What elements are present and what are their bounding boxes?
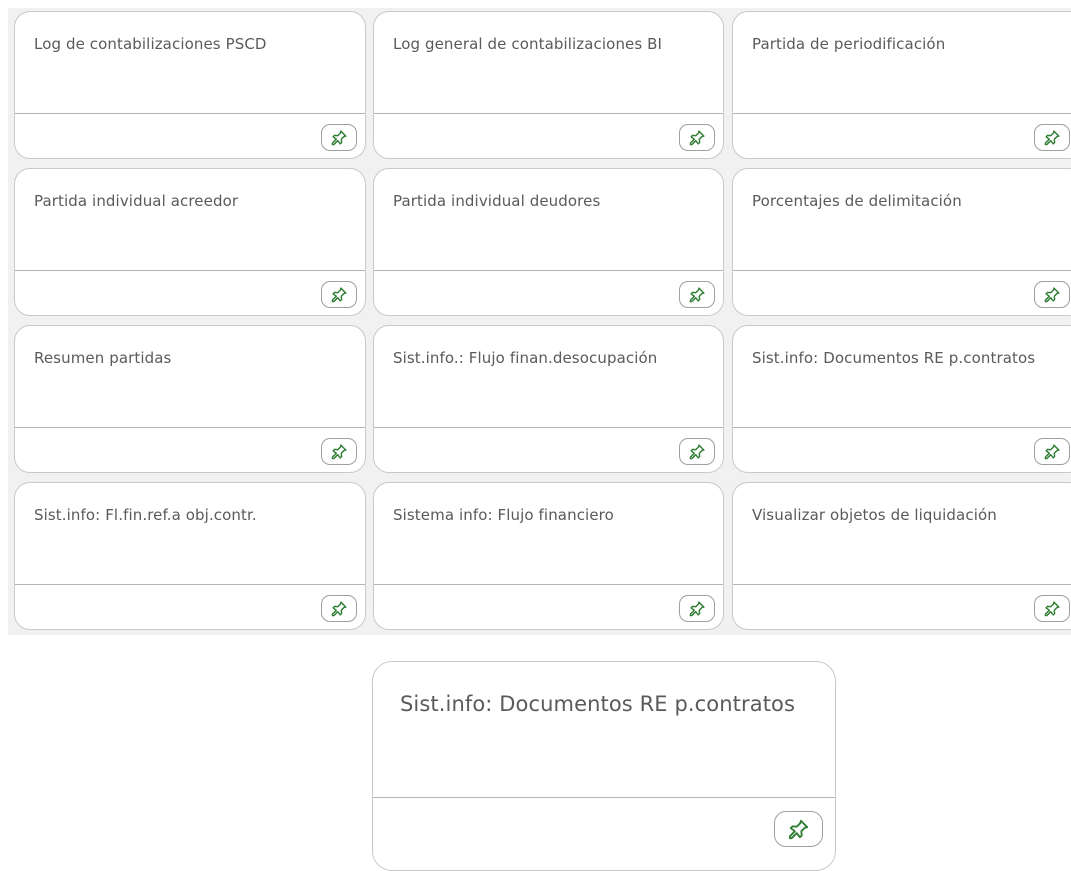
pin-icon: [1044, 601, 1060, 617]
pin-button[interactable]: [1034, 438, 1070, 465]
pin-icon: [689, 130, 705, 146]
pin-icon: [331, 287, 347, 303]
app-tile[interactable]: Sist.info: Fl.fin.ref.a obj.contr.: [14, 482, 366, 630]
pin-button[interactable]: [321, 124, 357, 151]
tile-footer: [733, 113, 1071, 158]
app-tile-enlarged[interactable]: Sist.info: Documentos RE p.contratos: [372, 661, 836, 871]
pin-icon: [689, 601, 705, 617]
app-tile[interactable]: Sistema info: Flujo financiero: [373, 482, 724, 630]
tile-footer: [733, 270, 1071, 315]
app-tile[interactable]: Visualizar objetos de liquidación: [732, 482, 1071, 630]
tile-title: Porcentajes de delimitación: [752, 192, 962, 210]
pin-button[interactable]: [321, 281, 357, 308]
tile-title: Log de contabilizaciones PSCD: [34, 35, 267, 53]
tile-footer: [15, 113, 365, 158]
tile-title: Log general de contabilizaciones BI: [393, 35, 663, 53]
tile-title: Partida individual deudores: [393, 192, 601, 210]
app-tile[interactable]: Sist.info.: Flujo finan.desocupación: [373, 325, 724, 473]
pin-icon: [788, 819, 808, 840]
pin-icon: [1044, 444, 1060, 460]
tile-title: Resumen partidas: [34, 349, 172, 367]
pin-button[interactable]: [679, 595, 715, 622]
app-tile[interactable]: Partida individual acreedor: [14, 168, 366, 316]
pin-icon: [331, 444, 347, 460]
pin-button[interactable]: [679, 281, 715, 308]
tile-title: Sist.info: Documentos RE p.contratos: [400, 692, 796, 716]
tile-footer: [374, 584, 723, 629]
tile-footer: [733, 427, 1071, 472]
pin-button[interactable]: [679, 438, 715, 465]
pin-button[interactable]: [1034, 281, 1070, 308]
tile-footer: [374, 270, 723, 315]
pin-icon: [331, 130, 347, 146]
pin-button[interactable]: [321, 438, 357, 465]
tile-title: Sist.info: Documentos RE p.contratos: [752, 349, 1036, 367]
tile-footer: [15, 584, 365, 629]
pin-icon: [331, 601, 347, 617]
tile-grid: Log de contabilizaciones PSCD Log genera…: [8, 8, 1071, 635]
tile-title: Partida individual acreedor: [34, 192, 239, 210]
tile-footer: [15, 270, 365, 315]
tile-footer: [373, 797, 835, 870]
tile-title: Sist.info.: Flujo finan.desocupación: [393, 349, 658, 367]
tile-title: Partida de periodificación: [752, 35, 946, 53]
app-tile[interactable]: Porcentajes de delimitación: [732, 168, 1071, 316]
app-tile[interactable]: Resumen partidas: [14, 325, 366, 473]
app-tile[interactable]: Partida individual deudores: [373, 168, 724, 316]
app-tile[interactable]: Partida de periodificación: [732, 11, 1071, 159]
pin-button[interactable]: [1034, 595, 1070, 622]
app-tile[interactable]: Log general de contabilizaciones BI: [373, 11, 724, 159]
pin-button[interactable]: [774, 811, 823, 847]
tile-footer: [374, 113, 723, 158]
pin-button[interactable]: [679, 124, 715, 151]
tile-footer: [374, 427, 723, 472]
pin-button[interactable]: [1034, 124, 1070, 151]
app-tile[interactable]: Log de contabilizaciones PSCD: [14, 11, 366, 159]
tile-title: Sist.info: Fl.fin.ref.a obj.contr.: [34, 506, 257, 524]
tile-title: Sistema info: Flujo financiero: [393, 506, 614, 524]
pin-icon: [689, 444, 705, 460]
tile-footer: [15, 427, 365, 472]
app-tile[interactable]: Sist.info: Documentos RE p.contratos: [732, 325, 1071, 473]
pin-icon: [689, 287, 705, 303]
pin-button[interactable]: [321, 595, 357, 622]
pin-icon: [1044, 287, 1060, 303]
pin-icon: [1044, 130, 1060, 146]
tile-title: Visualizar objetos de liquidación: [752, 506, 997, 524]
tile-footer: [733, 584, 1071, 629]
